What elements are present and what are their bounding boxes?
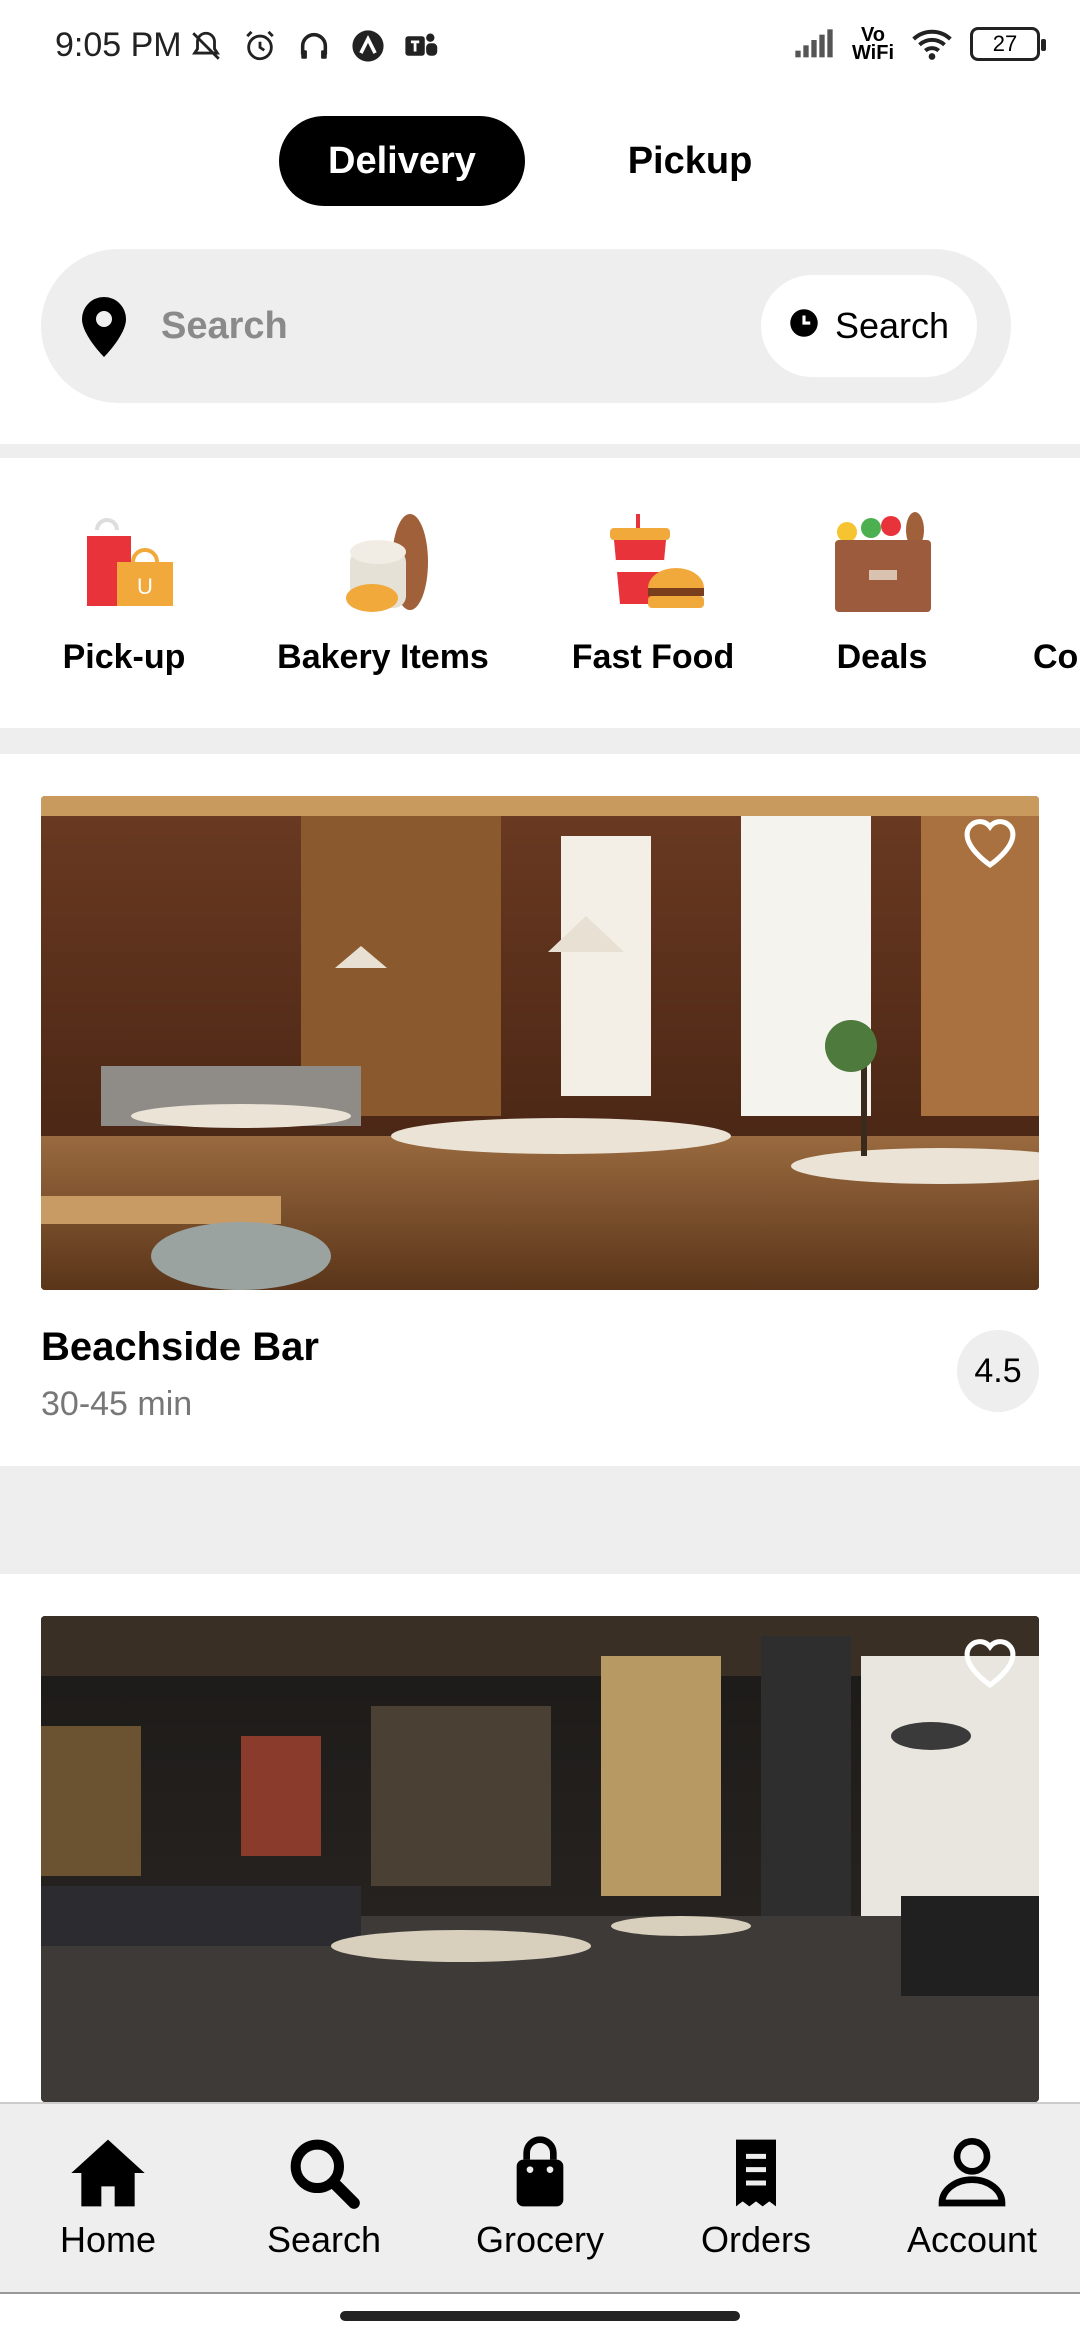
delivery-tab[interactable]: Delivery: [279, 116, 525, 206]
search-input[interactable]: [161, 294, 721, 358]
app-notification-icon: [348, 26, 388, 66]
home-indicator[interactable]: [340, 2311, 740, 2321]
category-label: Pick-up: [62, 638, 186, 676]
clock-icon: [789, 305, 819, 347]
nav-label: Home: [59, 2219, 157, 2260]
status-bar: 9:05 PM Vo WiFi 27: [0, 0, 1080, 96]
status-time: 9:05 PM: [55, 26, 182, 64]
category-fast-food[interactable]: Fast Food: [570, 510, 736, 677]
category-pickup[interactable]: U Pick-up: [56, 510, 192, 677]
home-icon: [68, 2135, 148, 2211]
notification-icons: [186, 26, 442, 66]
headphones-icon: [294, 26, 334, 66]
bread-icon: [328, 510, 438, 620]
system-icons: Vo WiFi 27: [794, 24, 1046, 64]
restaurant-image[interactable]: [41, 796, 1039, 1290]
section-divider: [0, 1466, 1080, 1574]
vowifi-indicator: Vo WiFi: [851, 24, 894, 64]
bottom-navigation: Home Search Grocery Orders Account: [0, 2102, 1080, 2294]
receipt-icon: [716, 2135, 796, 2211]
favorite-heart-icon[interactable]: [959, 1634, 1021, 1690]
category-partial[interactable]: Co: [1033, 510, 1080, 677]
nav-orders[interactable]: Orders: [648, 2104, 864, 2292]
soda-burger-icon: [598, 510, 708, 620]
nav-home[interactable]: Home: [0, 2104, 216, 2292]
category-label: Bakery Items: [277, 638, 489, 676]
bell-off-icon: [186, 26, 226, 66]
delivery-time: 30-45 min: [41, 1385, 193, 1423]
schedule-button-label: Search: [834, 305, 950, 346]
schedule-button[interactable]: Search: [761, 275, 977, 377]
pickup-tab[interactable]: Pickup: [590, 116, 790, 206]
shopping-bags-icon: U: [69, 510, 179, 620]
nav-label: Orders: [700, 2219, 812, 2260]
wifi-icon: [912, 24, 952, 64]
restaurant-name[interactable]: Beachside Bar: [41, 1325, 319, 1370]
rating-badge: 4.5: [957, 1330, 1039, 1412]
category-deals[interactable]: Deals: [822, 510, 942, 677]
signal-icon: [794, 24, 834, 64]
alarm-icon: [240, 26, 280, 66]
restaurant-image[interactable]: [41, 1616, 1039, 2102]
teams-icon: [402, 26, 442, 66]
svg-text:U: U: [137, 574, 153, 599]
favorite-heart-icon[interactable]: [959, 814, 1021, 870]
category-bakery-items[interactable]: Bakery Items: [268, 510, 498, 677]
section-divider: [0, 444, 1080, 458]
category-carousel[interactable]: U Pick-up Bakery Items Fast Food Deals C…: [0, 460, 1080, 730]
shopping-bag-icon: [500, 2135, 580, 2211]
user-icon: [932, 2135, 1012, 2211]
nav-search[interactable]: Search: [216, 2104, 432, 2292]
nav-label: Grocery: [475, 2219, 605, 2260]
delivery-mode-toggle: Delivery Pickup: [0, 116, 1080, 210]
category-label: Deals: [836, 638, 928, 676]
search-bar: Search: [41, 249, 1011, 403]
nav-label: Account: [906, 2219, 1038, 2260]
battery-indicator: 27: [970, 27, 1046, 61]
nav-grocery[interactable]: Grocery: [432, 2104, 648, 2292]
category-label: Fast Food: [571, 638, 735, 676]
category-label: Co: [1033, 638, 1079, 676]
nav-account[interactable]: Account: [864, 2104, 1080, 2292]
nav-label: Search: [266, 2219, 382, 2260]
grocery-bag-icon: [827, 510, 937, 620]
location-pin-icon[interactable]: [79, 297, 129, 357]
partial-category-icon: [1033, 510, 1080, 620]
search-icon: [284, 2135, 364, 2211]
section-divider: [0, 728, 1080, 754]
